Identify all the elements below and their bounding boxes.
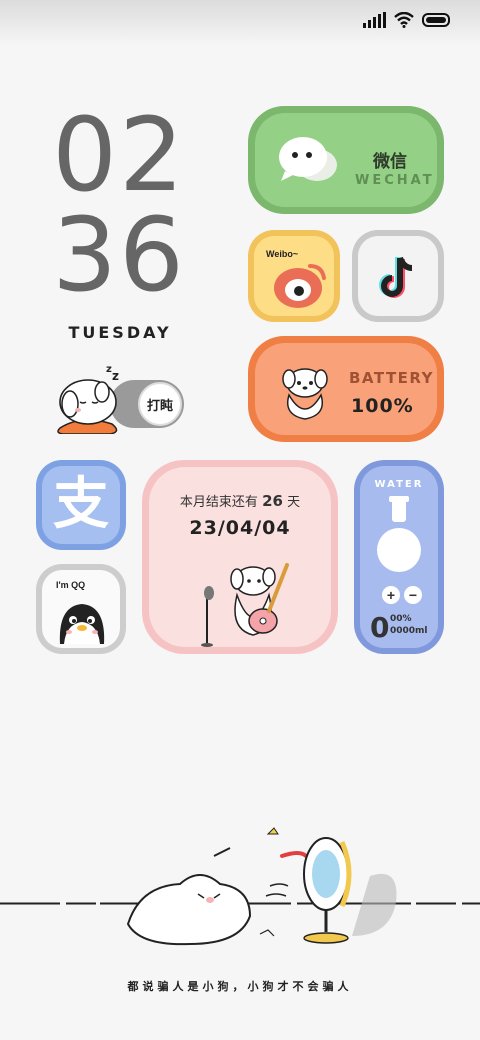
weibo-app[interactable]: Weibo~ bbox=[248, 230, 340, 322]
water-controls: + − bbox=[382, 586, 422, 604]
tiktok-app[interactable] bbox=[352, 230, 444, 322]
dog-guitar-illustration bbox=[201, 563, 289, 647]
weibo-label: Weibo~ bbox=[266, 249, 299, 259]
dog-icon bbox=[282, 368, 328, 420]
countdown-days: 26 bbox=[262, 492, 283, 510]
dog-fan-illustration bbox=[126, 827, 397, 946]
tiktok-icon bbox=[379, 256, 413, 298]
water-plus-button[interactable]: + bbox=[382, 586, 400, 604]
water-tracker-widget[interactable]: WATER + − 0 00% 0000ml bbox=[354, 460, 444, 654]
caption-text: 都说骗人是小狗，小狗才不会骗人 bbox=[127, 981, 353, 993]
weekday-label: TUESDAY bbox=[68, 323, 172, 342]
clock-minutes: 36 bbox=[52, 196, 186, 315]
water-amount: 0000ml bbox=[390, 626, 428, 636]
water-flask-icon bbox=[377, 496, 421, 572]
svg-text:z: z bbox=[112, 369, 119, 383]
qq-app[interactable]: I'm QQ bbox=[36, 564, 126, 654]
month-countdown-widget[interactable]: 本月结束还有 26 天 23/04/04 bbox=[142, 460, 338, 654]
countdown-date: 23/04/04 bbox=[189, 517, 291, 539]
nap-toggle-knob[interactable]: 打盹 bbox=[138, 382, 182, 426]
water-minus-button[interactable]: − bbox=[404, 586, 422, 604]
qq-label: I'm QQ bbox=[56, 580, 86, 590]
countdown-suffix: 天 bbox=[287, 495, 301, 510]
battery-widget[interactable]: BATTERY 100% bbox=[248, 336, 444, 442]
sleeping-dog-icon: z z bbox=[57, 364, 119, 434]
wechat-subtitle: WECHAT bbox=[355, 173, 435, 188]
wechat-icon bbox=[279, 137, 337, 181]
weibo-icon bbox=[274, 264, 326, 308]
water-title: WATER bbox=[374, 479, 424, 490]
countdown-text: 本月结束还有 26 天 bbox=[149, 491, 331, 510]
status-bar bbox=[363, 12, 450, 28]
water-percent: 00% bbox=[390, 614, 412, 624]
signal-icon bbox=[363, 12, 386, 28]
clock-hours: 02 bbox=[52, 96, 186, 215]
alipay-icon: 支 bbox=[53, 472, 109, 537]
battery-label: BATTERY bbox=[349, 369, 435, 387]
countdown-prefix: 本月结束还有 bbox=[179, 495, 258, 510]
wechat-title: 微信 bbox=[373, 152, 407, 172]
penguin-icon bbox=[59, 604, 105, 644]
wechat-widget[interactable]: 微信 WECHAT bbox=[248, 106, 444, 214]
battery-icon bbox=[422, 13, 450, 27]
wifi-icon bbox=[394, 12, 414, 28]
battery-value: 100% bbox=[351, 395, 414, 417]
alipay-app[interactable]: 支 bbox=[36, 460, 126, 550]
water-big-digit: 0 bbox=[370, 611, 390, 644]
